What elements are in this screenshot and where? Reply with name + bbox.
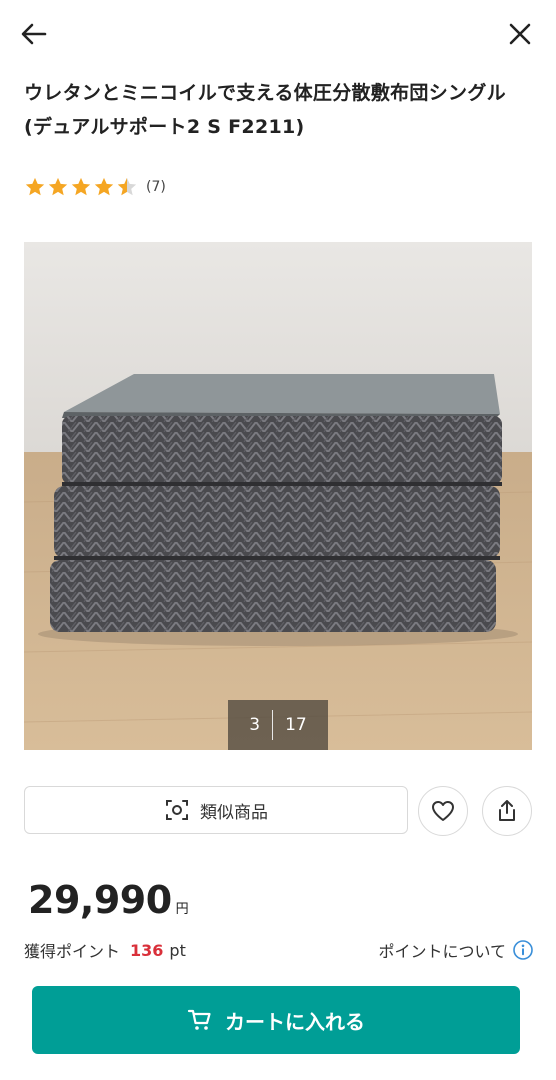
price: 29,990 円: [28, 878, 189, 922]
close-button[interactable]: [500, 14, 540, 54]
top-bar: [0, 0, 556, 66]
product-image-gallery[interactable]: [24, 242, 532, 750]
share-icon: [499, 800, 515, 821]
camera-scan-icon: [166, 800, 188, 820]
back-button[interactable]: [14, 14, 54, 54]
rating-row[interactable]: (7): [24, 176, 166, 198]
points-info-link[interactable]: ポイントについて: [378, 938, 534, 962]
points-unit: pt: [169, 940, 186, 960]
info-icon: [513, 940, 533, 960]
star-icon: [71, 177, 91, 196]
arrow-left-icon: [21, 23, 47, 45]
image-counter-total: 17: [285, 715, 307, 735]
product-image: [24, 242, 532, 750]
image-counter-divider: [272, 710, 274, 740]
image-counter-current: 3: [249, 715, 261, 735]
close-icon: [509, 23, 531, 45]
price-value: 29,990: [28, 878, 172, 922]
star-icon: [94, 177, 114, 196]
share-button[interactable]: [482, 786, 532, 836]
add-to-cart-button[interactable]: カートに入れる: [32, 986, 520, 1054]
star-icon: [48, 177, 68, 196]
product-title: ウレタンとミニコイルで支える体圧分散敷布団シングル(デュアルサポート2 S F2…: [24, 82, 506, 138]
points-label: 獲得ポイント: [24, 942, 121, 961]
review-count[interactable]: (7): [146, 179, 166, 195]
add-to-cart-label: カートに入れる: [225, 1009, 365, 1034]
image-counter: 3 17: [228, 700, 328, 750]
points-info-label: ポイントについて: [378, 942, 506, 961]
star-half-icon: [117, 177, 137, 196]
similar-products-button[interactable]: 類似商品: [24, 786, 408, 834]
price-unit: 円: [175, 902, 189, 917]
star-icon: [25, 177, 45, 196]
similar-products-label: 類似商品: [200, 802, 268, 823]
favorite-button[interactable]: [418, 786, 468, 836]
points-row: 獲得ポイント 136 pt ポイントについて: [24, 936, 534, 964]
heart-icon: [432, 801, 454, 821]
cart-icon: [187, 1009, 211, 1030]
points-value: 136: [130, 940, 164, 960]
star-rating: [24, 176, 138, 198]
